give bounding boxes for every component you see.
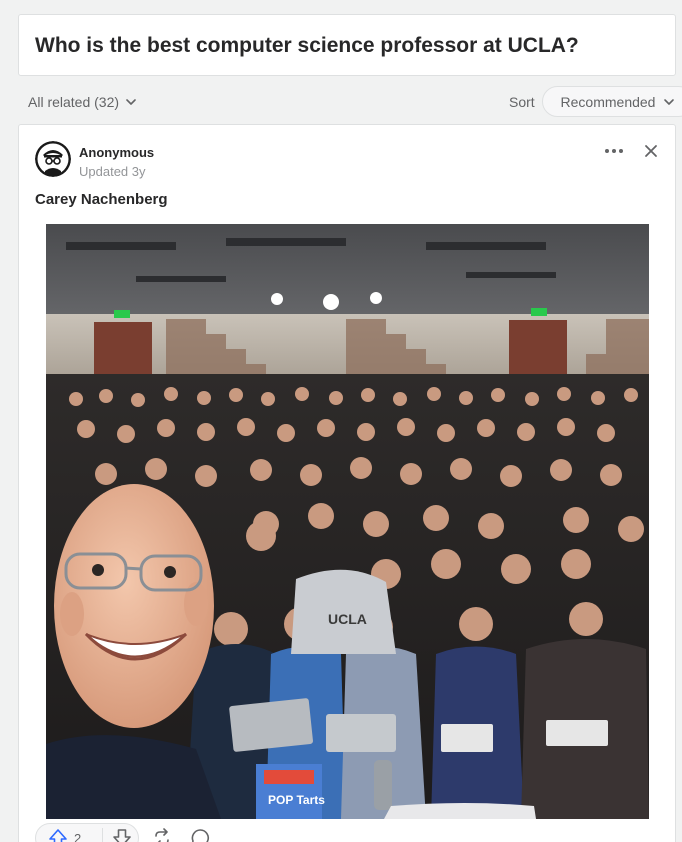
more-dots-icon — [605, 149, 623, 153]
downvote-button[interactable] — [106, 824, 138, 842]
filter-row: All related (32) Sort Recommended — [18, 86, 682, 118]
answer-card: Anonymous Updated 3y Carey Nachenberg UC… — [18, 124, 676, 842]
author-name[interactable]: Anonymous — [79, 145, 154, 160]
close-button[interactable] — [641, 141, 661, 161]
sort-label: Sort — [509, 94, 535, 110]
anonymous-avatar-icon — [35, 141, 71, 177]
anonymous-avatar[interactable] — [35, 141, 71, 177]
updated-timestamp[interactable]: Updated 3y — [79, 164, 146, 179]
chevron-down-icon — [126, 99, 136, 105]
question-card: Who is the best computer science profess… — [18, 14, 676, 76]
vote-pill: 2 — [35, 823, 139, 842]
comment-button[interactable] — [185, 823, 215, 842]
vote-divider — [102, 828, 103, 842]
sort-select[interactable]: Recommended — [542, 86, 682, 117]
share-button[interactable] — [147, 823, 177, 842]
share-icon — [155, 828, 169, 842]
upvote-count: 2 — [74, 830, 82, 842]
upvote-arrow-icon — [49, 829, 67, 842]
box-text: POP Tarts — [268, 793, 325, 807]
comment-icon — [191, 829, 209, 842]
sort-value: Recommended — [560, 93, 656, 110]
chevron-down-icon — [664, 98, 675, 105]
answer-photo[interactable]: UCLA POP Tarts — [46, 224, 649, 819]
more-options-button[interactable] — [602, 141, 626, 161]
answer-headline: Carey Nachenberg — [35, 191, 168, 208]
all-related-dropdown[interactable]: All related (32) — [28, 94, 137, 110]
shirt-text: UCLA — [328, 611, 367, 627]
close-icon — [645, 145, 657, 157]
question-title[interactable]: Who is the best computer science profess… — [35, 34, 579, 58]
downvote-arrow-icon — [113, 829, 131, 842]
upvote-button[interactable]: 2 — [36, 824, 102, 842]
all-related-label: All related (32) — [28, 94, 120, 110]
answer-action-bar: 2 — [19, 819, 675, 842]
classroom-selfie-image: UCLA POP Tarts — [46, 224, 649, 819]
